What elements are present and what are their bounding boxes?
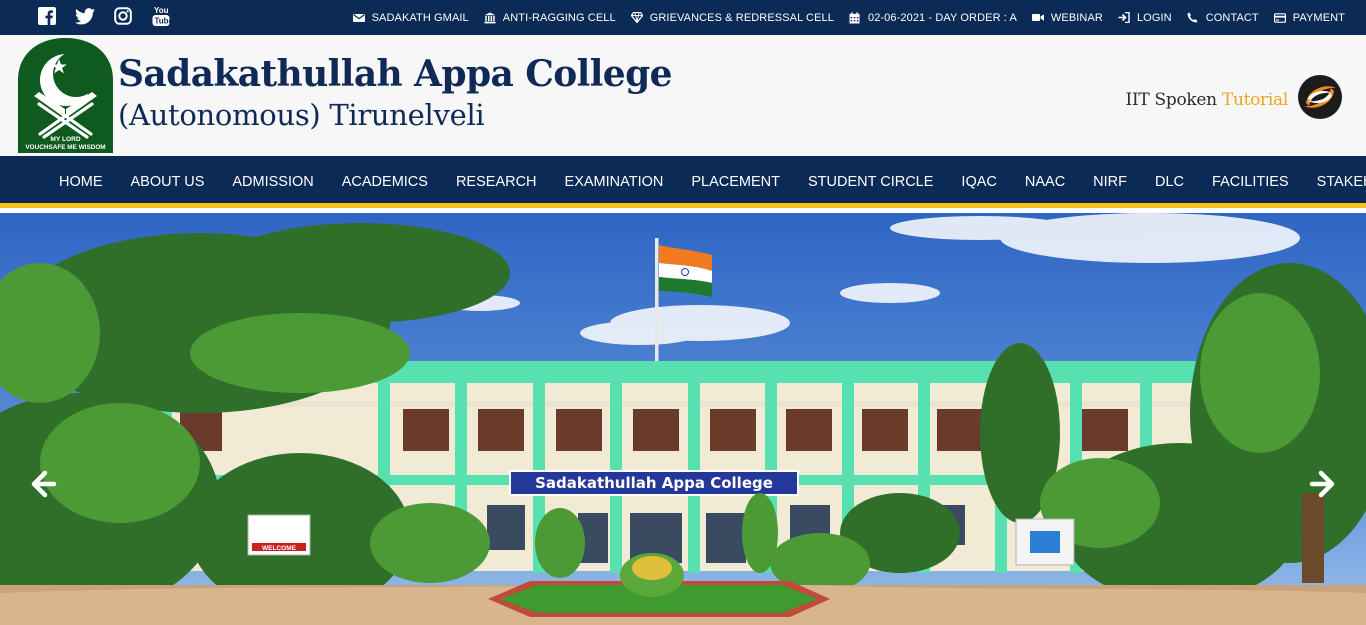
top-link-label: SADAKATH GMAIL: [371, 11, 469, 24]
top-link-label: PAYMENT: [1292, 11, 1345, 24]
nav-item-dlc[interactable]: DLC: [1141, 174, 1198, 190]
spoken-tutorial-logo-icon: [1296, 73, 1344, 126]
anti-ragging-link[interactable]: ANTI-RAGGING CELL: [484, 12, 616, 24]
instagram-icon[interactable]: [112, 5, 134, 27]
bank-icon: [484, 12, 496, 24]
building-sign-text: Sadakathullah Appa College: [535, 474, 773, 492]
svg-text:Tube: Tube: [155, 17, 171, 26]
spoken-tutorial-prefix: IIT Spoken: [1125, 89, 1218, 110]
login-icon: [1118, 12, 1130, 24]
day-order-link[interactable]: 02-06-2021 - DAY ORDER : A: [849, 12, 1017, 24]
nav-item-naac[interactable]: NAAC: [1011, 174, 1079, 190]
top-link-label: 02-06-2021 - DAY ORDER : A: [867, 11, 1017, 24]
slider-prev-arrow-icon[interactable]: [27, 468, 59, 500]
envelope-icon: [352, 12, 365, 24]
campus-photo: Sadakathullah Appa College WELCOME: [0, 213, 1366, 625]
nav-item-nirf[interactable]: NIRF: [1079, 174, 1141, 190]
phone-icon: [1187, 12, 1199, 24]
facebook-icon[interactable]: [36, 5, 58, 27]
site-header: MY LORD VOUCHSAFE ME WISDOM Sadakathulla…: [0, 35, 1366, 156]
youtube-icon[interactable]: You Tube: [150, 5, 172, 27]
nav-item-student-circle[interactable]: STUDENT CIRCLE: [794, 174, 947, 190]
svg-text:You: You: [154, 6, 169, 15]
college-logo[interactable]: MY LORD VOUCHSAFE ME WISDOM: [18, 38, 113, 153]
logo-motto-line1: MY LORD: [50, 136, 81, 143]
nav-item-examination[interactable]: EXAMINATION: [551, 174, 678, 190]
twitter-icon[interactable]: [74, 5, 96, 27]
college-title-line1: Sadakathullah Appa College: [118, 53, 673, 95]
spoken-tutorial-text: IIT Spoken Tutorial: [1125, 89, 1289, 110]
main-nav: HOME ABOUT US ADMISSION ACADEMICS RESEAR…: [0, 156, 1366, 208]
iit-spoken-tutorial-link[interactable]: IIT Spoken Tutorial: [1126, 73, 1344, 126]
nav-item-placement[interactable]: PLACEMENT: [677, 174, 794, 190]
top-link-label: CONTACT: [1205, 11, 1259, 24]
logo-motto-line2: VOUCHSAFE ME WISDOM: [25, 144, 105, 151]
slider-next-arrow-icon[interactable]: [1307, 468, 1339, 500]
top-links: SADAKATH GMAIL ANTI-RAGGING CELL GRIEVAN…: [352, 0, 1345, 35]
nav-item-home[interactable]: HOME: [45, 174, 117, 190]
nav-item-stakeholders[interactable]: STAKEHOLDERS: [1303, 174, 1366, 190]
credit-card-icon: [1273, 12, 1286, 24]
top-bar: You Tube SADAKATH GMAIL ANTI-RAGGING CELL…: [0, 0, 1366, 35]
nav-item-about-us[interactable]: ABOUT US: [117, 174, 219, 190]
webinar-link[interactable]: WEBINAR: [1031, 11, 1103, 24]
calendar-icon: [849, 11, 861, 24]
nav-item-academics[interactable]: ACADEMICS: [328, 174, 442, 190]
nav-menu: HOME ABOUT US ADMISSION ACADEMICS RESEAR…: [45, 156, 1366, 208]
diamond-icon: [630, 12, 643, 24]
nav-item-admission[interactable]: ADMISSION: [218, 174, 327, 190]
payment-link[interactable]: PAYMENT: [1273, 11, 1345, 24]
nav-item-research[interactable]: RESEARCH: [442, 174, 551, 190]
login-link[interactable]: LOGIN: [1118, 12, 1172, 24]
social-links: You Tube: [36, 5, 172, 27]
sadakath-gmail-link[interactable]: SADAKATH GMAIL: [352, 11, 469, 24]
video-camera-icon: [1031, 12, 1044, 24]
top-link-label: GRIEVANCES & REDRESSAL CELL: [649, 11, 834, 24]
spoken-tutorial-suffix: Tutorial: [1221, 89, 1288, 110]
contact-link[interactable]: CONTACT: [1187, 12, 1259, 24]
nav-item-facilities[interactable]: FACILITIES: [1198, 174, 1303, 190]
grievances-link[interactable]: GRIEVANCES & REDRESSAL CELL: [630, 11, 834, 24]
top-link-label: WEBINAR: [1050, 11, 1103, 24]
nav-item-iqac[interactable]: IQAC: [947, 174, 1010, 190]
college-title-line2: (Autonomous) Tirunelveli: [118, 98, 485, 132]
top-link-label: LOGIN: [1136, 11, 1172, 24]
college-title: Sadakathullah Appa College (Autonomous) …: [118, 52, 673, 134]
welcome-sign-text: WELCOME: [262, 545, 297, 552]
top-link-label: ANTI-RAGGING CELL: [502, 11, 616, 24]
hero-slider: Sadakathullah Appa College WELCOME: [0, 213, 1366, 625]
